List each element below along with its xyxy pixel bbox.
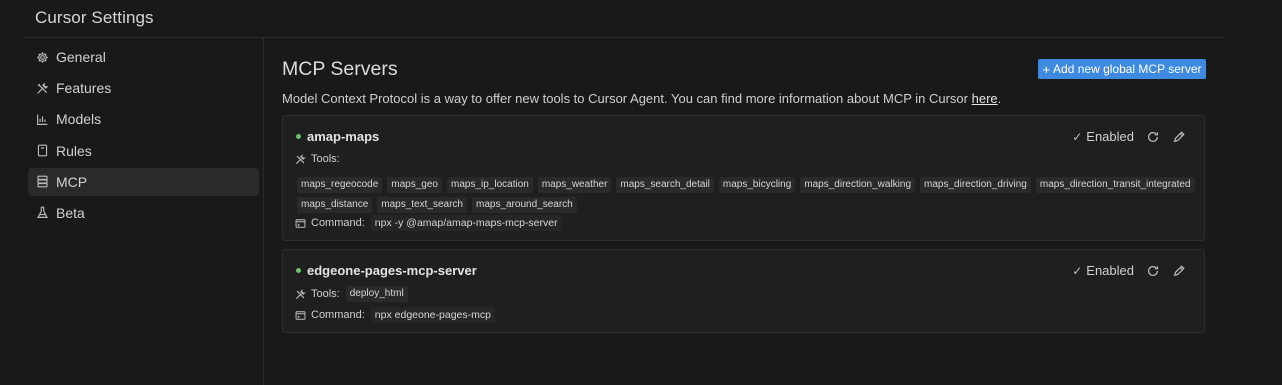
tools-icon	[295, 153, 306, 165]
sidebar-item-mcp[interactable]: MCP	[28, 167, 259, 196]
check-icon: ✓	[1072, 129, 1083, 144]
sidebar: General Features Models Rules MCP Beta	[28, 43, 259, 230]
check-icon: ✓	[1072, 263, 1083, 278]
server-icon	[36, 175, 49, 188]
sidebar-item-label: General	[56, 49, 106, 65]
server-name: amap-maps	[296, 129, 379, 144]
refresh-icon[interactable]	[1146, 264, 1160, 278]
tools-row: Tools:	[295, 153, 346, 165]
plus-icon: +	[1042, 61, 1051, 77]
tool-chip: maps_weather	[537, 177, 612, 193]
tools-label: Tools:	[311, 288, 340, 300]
tools-row: Tools: deploy_html	[295, 286, 408, 302]
tool-chip: maps_search_detail	[616, 177, 714, 193]
sidebar-item-beta[interactable]: Beta	[28, 199, 259, 227]
sidebar-item-general[interactable]: General	[28, 43, 259, 71]
sidebar-item-models[interactable]: Models	[28, 105, 259, 133]
refresh-icon[interactable]	[1146, 130, 1160, 144]
flask-icon	[36, 206, 49, 219]
server-card-edgeone-pages: edgeone-pages-mcp-server ✓ Enabled Tools…	[282, 249, 1205, 333]
header-divider	[24, 37, 1224, 38]
tool-chip: maps_direction_driving	[920, 177, 1031, 193]
command-label: Command:	[311, 309, 365, 321]
tool-chip: maps_regeocode	[297, 177, 383, 193]
server-actions: ✓ Enabled	[1072, 263, 1186, 278]
tool-chip: deploy_html	[345, 286, 408, 302]
enabled-label: Enabled	[1086, 129, 1134, 144]
command-row: Command: npx -y @amap/amap-maps-mcp-serv…	[295, 215, 562, 231]
tool-chip: maps_geo	[387, 177, 442, 193]
tool-chip: maps_distance	[297, 197, 373, 213]
tool-chip: maps_ip_location	[446, 177, 533, 193]
description-link[interactable]: here	[972, 91, 998, 106]
sidebar-item-rules[interactable]: Rules	[28, 137, 259, 165]
tools-icon	[36, 82, 49, 95]
server-name: edgeone-pages-mcp-server	[296, 263, 477, 278]
chart-icon	[36, 113, 49, 126]
sidebar-item-label: Beta	[56, 204, 85, 221]
tool-chip: maps_around_search	[471, 197, 577, 213]
gear-icon	[36, 51, 49, 64]
command-value: npx -y @amap/amap-maps-mcp-server	[370, 215, 562, 231]
sidebar-item-features[interactable]: Features	[28, 74, 259, 102]
edit-icon[interactable]	[1172, 264, 1186, 278]
sidebar-item-label: Features	[56, 80, 112, 97]
enabled-toggle[interactable]: ✓ Enabled	[1072, 129, 1134, 144]
server-card-amap-maps: amap-maps ✓ Enabled Tools: maps_regeocod…	[282, 115, 1205, 241]
sidebar-item-label: Rules	[56, 142, 92, 159]
sidebar-item-label: MCP	[56, 173, 88, 190]
tools-label: Tools:	[311, 153, 340, 165]
tool-chip: maps_direction_walking	[800, 177, 916, 193]
enabled-toggle[interactable]: ✓ Enabled	[1072, 263, 1134, 278]
page-title: MCP Servers	[282, 58, 398, 80]
server-actions: ✓ Enabled	[1072, 129, 1186, 144]
terminal-icon	[295, 218, 306, 229]
tool-list: maps_regeocode maps_geo maps_ip_location…	[297, 177, 1197, 213]
edit-icon[interactable]	[1172, 130, 1186, 144]
server-name-text: edgeone-pages-mcp-server	[307, 263, 477, 278]
window-title: Cursor Settings	[35, 8, 154, 27]
tool-chip: maps_text_search	[377, 197, 467, 213]
description-text: Model Context Protocol is a way to offer…	[282, 91, 972, 106]
tools-icon	[295, 288, 306, 300]
status-dot	[296, 134, 301, 139]
enabled-label: Enabled	[1086, 263, 1134, 278]
description-end: .	[997, 91, 1002, 106]
add-mcp-server-button[interactable]: + Add new global MCP server	[1038, 59, 1206, 79]
sidebar-divider	[263, 38, 264, 385]
command-label: Command:	[311, 217, 365, 229]
terminal-icon	[295, 310, 306, 321]
add-mcp-server-label: Add new global MCP server	[1053, 62, 1202, 76]
command-row: Command: npx edgeone-pages-mcp	[295, 307, 495, 323]
tool-chip: maps_bicycling	[718, 177, 796, 193]
server-name-text: amap-maps	[307, 129, 380, 144]
tool-chip: maps_direction_transit_integrated	[1035, 177, 1195, 193]
command-value: npx edgeone-pages-mcp	[370, 307, 495, 323]
sidebar-item-label: Models	[56, 111, 102, 128]
page-description: Model Context Protocol is a way to offer…	[282, 91, 1001, 106]
status-dot	[296, 268, 301, 273]
document-icon	[36, 144, 49, 157]
